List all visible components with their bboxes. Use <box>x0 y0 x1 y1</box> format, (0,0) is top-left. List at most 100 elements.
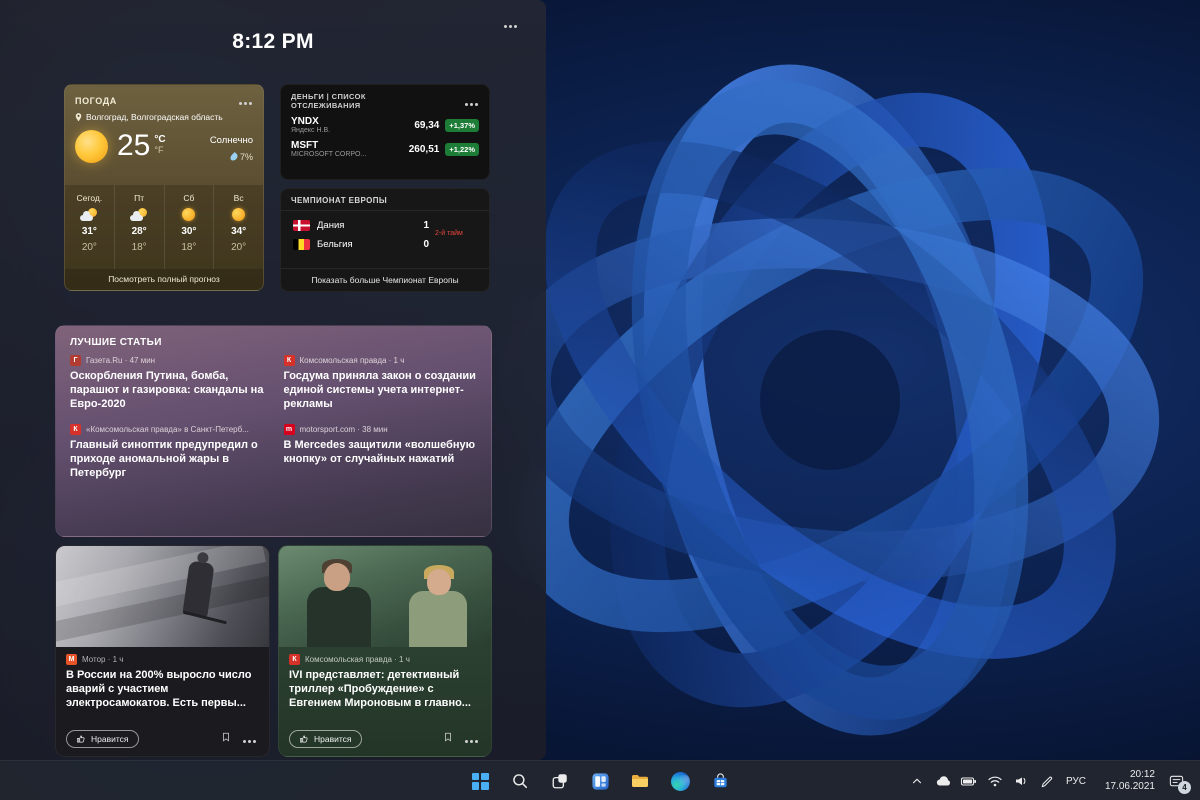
search-icon <box>511 772 529 790</box>
stock-row-msft[interactable]: MSFT MICROSOFT CORPO... 260,51 +1,22% <box>281 137 489 161</box>
news-article[interactable]: К «Комсомольская правда» в Санкт-Петерб.… <box>70 424 264 480</box>
article-meta: motorsport.com · 38 мин <box>300 425 388 434</box>
source-logo-icon: Г <box>70 355 81 366</box>
microsoft-store-button[interactable] <box>703 764 737 798</box>
onedrive-button[interactable] <box>930 766 955 796</box>
sports-widget[interactable]: ЧЕМПИОНАТ ЕВРОПЫ Дания 1 Бельгия 0 2-й т… <box>280 188 490 292</box>
thumbs-up-icon <box>76 734 86 744</box>
task-view-icon <box>551 772 569 790</box>
weather-title: ПОГОДА <box>75 96 117 106</box>
taskbar-clock[interactable]: 20:12 17.06.2021 <box>1093 769 1157 794</box>
battery-icon <box>960 773 977 790</box>
like-label: Нравится <box>314 734 352 744</box>
notification-center-button[interactable]: 4 <box>1158 764 1194 798</box>
edge-browser-icon <box>671 772 690 791</box>
stock-row-yndx[interactable]: YNDX Яндекс Н.В. 69,34 +1,37% <box>281 113 489 137</box>
team-score: 1 <box>415 220 429 231</box>
weather-widget[interactable]: ПОГОДА Волгоград, Волгоградская область … <box>64 84 264 291</box>
edge-button[interactable] <box>663 764 697 798</box>
precipitation-icon <box>229 152 239 162</box>
news-story-card[interactable]: К Комсомольская правда · 1 ч IVI предста… <box>278 545 492 757</box>
hidden-icons-button[interactable] <box>904 766 929 796</box>
search-button[interactable] <box>503 764 537 798</box>
news-article[interactable]: К Комсомольская правда · 1 ч Госдума при… <box>284 355 478 411</box>
news-story-card[interactable]: М Мотор · 1 ч В России на 200% выросло ч… <box>55 545 270 757</box>
speaker-icon <box>1013 773 1029 789</box>
article-meta: «Комсомольская правда» в Санкт-Петерб... <box>86 425 249 434</box>
bookmark-button[interactable] <box>215 729 237 748</box>
article-meta: Мотор · 1 ч <box>82 655 123 664</box>
article-meta: Комсомольская правда · 1 ч <box>300 356 405 365</box>
full-forecast-link[interactable]: Посмотреть полный прогноз <box>65 269 263 290</box>
like-button[interactable]: Нравится <box>66 730 139 748</box>
team-name: Бельгия <box>317 239 408 250</box>
more-options-icon <box>243 740 257 743</box>
news-article[interactable]: Г Газета.Ru · 47 мин Оскорбления Путина,… <box>70 355 264 411</box>
day-name: Вс <box>234 193 244 203</box>
chevron-up-icon <box>910 774 924 788</box>
day-name: Пт <box>134 193 144 203</box>
widgets-button[interactable] <box>583 764 617 798</box>
volume-button[interactable] <box>1008 766 1033 796</box>
belgium-flag-icon <box>293 239 310 250</box>
forecast-day-1[interactable]: Пт 28° 18° <box>114 185 164 269</box>
day-high: 28° <box>132 226 147 237</box>
tray-date: 17.06.2021 <box>1105 781 1155 794</box>
weather-more-button[interactable] <box>239 93 253 108</box>
day-high: 31° <box>82 226 97 237</box>
forecast-day-3[interactable]: Вс 34° 20° <box>213 185 263 269</box>
celsius-toggle[interactable]: °C <box>154 134 165 145</box>
pen-button[interactable] <box>1034 766 1059 796</box>
top-stories-section: ЛУЧШИЕ СТАТЬИ Г Газета.Ru · 47 мин Оскор… <box>55 325 492 537</box>
tray-time: 20:12 <box>1130 769 1155 782</box>
stock-ticker: MSFT <box>291 140 409 151</box>
money-widget[interactable]: ДЕНЬГИ | СПИСОК ОТСЛЕЖИВАНИЯ YNDX Яндекс… <box>280 84 490 180</box>
day-low: 18° <box>132 242 147 253</box>
more-options-icon <box>465 740 479 743</box>
money-more-button[interactable] <box>465 92 479 110</box>
more-options-icon <box>504 25 518 28</box>
article-meta: Комсомольская правда · 1 ч <box>305 655 410 664</box>
news-article[interactable]: m motorsport.com · 38 мин В Mercedes защ… <box>284 424 478 480</box>
show-more-sports-link[interactable]: Показать больше Чемпионат Европы <box>281 268 489 291</box>
sunny-icon <box>75 130 108 163</box>
card-more-button[interactable] <box>237 729 263 748</box>
panel-clock: 8:12 PM <box>0 30 546 54</box>
source-logo-icon: К <box>70 424 81 435</box>
bookmark-icon <box>443 731 453 743</box>
fahrenheit-toggle[interactable]: °F <box>154 145 165 155</box>
network-button[interactable] <box>982 766 1007 796</box>
current-temperature: 25 <box>117 129 150 163</box>
top-stories-title: ЛУЧШИЕ СТАТЬИ <box>56 326 491 355</box>
wifi-icon <box>987 773 1003 789</box>
location-pin-icon <box>75 113 82 122</box>
match-card[interactable]: Дания 1 Бельгия 0 2-й тайм <box>281 211 489 256</box>
forecast-day-2[interactable]: Сб 30° 18° <box>164 185 214 269</box>
sunny-icon <box>182 208 195 221</box>
money-title: ДЕНЬГИ | СПИСОК ОТСЛЕЖИВАНИЯ <box>291 92 431 110</box>
day-low: 20° <box>231 242 246 253</box>
like-label: Нравится <box>91 734 129 744</box>
article-headline: В Mercedes защитили «волшебную кнопку» о… <box>284 438 478 466</box>
precipitation-value: 7% <box>240 152 253 162</box>
article-meta: Газета.Ru · 47 мин <box>86 356 155 365</box>
task-view-button[interactable] <box>543 764 577 798</box>
more-options-icon <box>465 103 479 106</box>
weather-condition: Солнечно <box>210 135 253 146</box>
panel-more-button[interactable] <box>504 16 518 31</box>
start-button[interactable] <box>463 764 497 798</box>
battery-button[interactable] <box>956 766 981 796</box>
source-logo-icon: К <box>284 355 295 366</box>
day-high: 34° <box>231 226 246 237</box>
like-button[interactable]: Нравится <box>289 730 362 748</box>
file-explorer-button[interactable] <box>623 764 657 798</box>
card-more-button[interactable] <box>459 729 485 748</box>
article-headline: Главный синоптик предупредил о приходе а… <box>70 438 264 480</box>
bookmark-button[interactable] <box>437 729 459 748</box>
forecast-day-0[interactable]: Сегод. 31° 20° <box>65 185 114 269</box>
language-switcher[interactable]: РУС <box>1060 766 1092 796</box>
sunny-icon <box>232 208 245 221</box>
pen-icon <box>1039 774 1054 789</box>
match-live-status: 2-й тайм <box>435 230 481 238</box>
day-high: 30° <box>181 226 196 237</box>
